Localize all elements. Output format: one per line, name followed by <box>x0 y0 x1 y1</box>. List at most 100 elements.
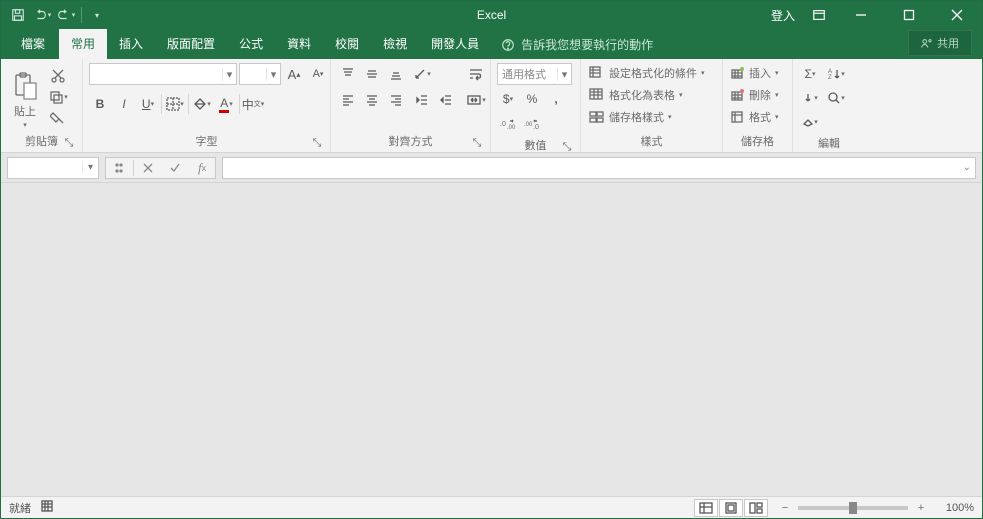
zoom-in-button[interactable]: + <box>914 502 928 514</box>
minimize-button[interactable] <box>838 1 884 29</box>
orientation-button[interactable]: ▾ <box>411 63 433 85</box>
title-bar: ▾ ▾ ▾ Excel 登入 <box>1 1 982 29</box>
formula-bar: ▾ fx ⌄ <box>1 153 982 183</box>
number-format-combo[interactable]: 通用格式▾ <box>497 63 572 85</box>
insert-function-button[interactable]: fx <box>189 158 215 178</box>
tab-file[interactable]: 檔案 <box>7 29 59 59</box>
quick-access-toolbar: ▾ ▾ ▾ <box>1 4 108 26</box>
formula-input[interactable]: ⌄ <box>222 157 976 179</box>
align-center-button[interactable] <box>361 89 383 111</box>
tab-page-layout[interactable]: 版面配置 <box>155 29 227 59</box>
normal-view-button[interactable] <box>694 499 718 517</box>
status-bar: 就緒 − + 100% <box>1 496 982 518</box>
tab-insert[interactable]: 插入 <box>107 29 155 59</box>
maximize-button[interactable] <box>886 1 932 29</box>
bold-button[interactable]: B <box>89 93 111 115</box>
name-box[interactable]: ▾ <box>7 157 99 179</box>
underline-button[interactable]: U▾ <box>137 93 159 115</box>
sort-filter-button[interactable]: AZ▾ <box>825 63 847 85</box>
expand-formula-bar-button[interactable]: ⌄ <box>963 162 971 173</box>
macro-record-icon[interactable] <box>41 499 55 516</box>
tab-home[interactable]: 常用 <box>59 29 107 59</box>
zoom-slider[interactable] <box>798 506 908 510</box>
align-top-button[interactable] <box>337 63 359 85</box>
copy-button[interactable]: ▾ <box>47 88 69 106</box>
group-number: 通用格式▾ $▾ % , .0.00 .00.0 數值⤡ <box>491 59 581 152</box>
zoom-level[interactable]: 100% <box>934 502 974 514</box>
borders-button[interactable]: ▾ <box>164 93 186 115</box>
format-as-table-button[interactable]: 格式化為表格▾ <box>587 85 685 105</box>
align-right-button[interactable] <box>385 89 407 111</box>
find-select-button[interactable]: ▾ <box>825 87 847 109</box>
signin-button[interactable]: 登入 <box>766 1 800 29</box>
decrease-font-button[interactable]: A▾ <box>307 63 329 85</box>
expand-namebox-button[interactable] <box>106 158 132 178</box>
fill-color-button[interactable]: ▾ <box>191 93 213 115</box>
ribbon: 貼上 ▾ ▾ 剪貼簿⤡ ▾ ▾ A▴ A▾ B I U▾ <box>1 59 982 153</box>
customize-qat-button[interactable]: ▾ <box>86 4 108 26</box>
clear-button[interactable]: ▾ <box>799 111 821 133</box>
tab-developer[interactable]: 開發人員 <box>419 29 491 59</box>
tab-view[interactable]: 檢視 <box>371 29 419 59</box>
merge-center-button[interactable]: ▾ <box>461 89 491 111</box>
decrease-indent-button[interactable] <box>411 89 433 111</box>
save-button[interactable] <box>7 4 29 26</box>
svg-text:.0: .0 <box>500 121 506 128</box>
group-editing: Σ▾ ▾ ▾ AZ▾ ▾ 編輯 <box>793 59 865 152</box>
increase-indent-button[interactable] <box>435 89 457 111</box>
cancel-formula-button[interactable] <box>135 158 161 178</box>
align-middle-button[interactable] <box>361 63 383 85</box>
font-launcher[interactable]: ⤡ <box>310 136 324 150</box>
font-color-button[interactable]: A▾ <box>215 93 237 115</box>
group-styles: 設定格式化的條件▾ 格式化為表格▾ 儲存格樣式▾ 樣式 <box>581 59 723 152</box>
tab-review[interactable]: 校閱 <box>323 29 371 59</box>
svg-text:.00: .00 <box>507 125 516 130</box>
undo-button[interactable]: ▾ <box>31 4 53 26</box>
font-name-combo[interactable]: ▾ <box>89 63 237 85</box>
decrease-decimal-button[interactable]: .00.0 <box>521 113 543 135</box>
enter-formula-button[interactable] <box>162 158 188 178</box>
conditional-formatting-button[interactable]: 設定格式化的條件▾ <box>587 63 707 83</box>
cell-styles-button[interactable]: 儲存格樣式▾ <box>587 107 674 127</box>
increase-font-button[interactable]: A▴ <box>283 63 305 85</box>
close-button[interactable] <box>934 1 980 29</box>
align-bottom-button[interactable] <box>385 63 407 85</box>
group-alignment: ▾ ▾ 對齊方式⤡ <box>331 59 491 152</box>
tab-formulas[interactable]: 公式 <box>227 29 275 59</box>
format-cells-button[interactable]: 格式▾ <box>729 107 781 127</box>
app-title: Excel <box>477 8 506 22</box>
cut-button[interactable] <box>47 67 69 85</box>
ribbon-tabs: 檔案 常用 插入 版面配置 公式 資料 校閱 檢視 開發人員 告訴我您想要執行的… <box>1 29 982 59</box>
wrap-text-button[interactable] <box>461 63 491 85</box>
worksheet-area[interactable] <box>1 183 982 496</box>
share-button[interactable]: 共用 <box>908 30 972 56</box>
phonetic-guide-button[interactable]: 中文▾ <box>242 93 264 115</box>
paste-button[interactable]: 貼上 ▾ <box>7 63 43 129</box>
tell-me-search[interactable]: 告訴我您想要執行的動作 <box>491 30 663 59</box>
delete-cells-button[interactable]: 刪除▾ <box>729 85 781 105</box>
page-break-view-button[interactable] <box>744 499 768 517</box>
redo-button[interactable]: ▾ <box>55 4 77 26</box>
fill-button[interactable]: ▾ <box>799 87 821 109</box>
alignment-launcher[interactable]: ⤡ <box>470 136 484 150</box>
svg-text:.0: .0 <box>533 124 539 130</box>
ribbon-display-options-button[interactable] <box>802 1 836 29</box>
number-launcher[interactable]: ⤡ <box>560 140 574 154</box>
font-size-combo[interactable]: ▾ <box>239 63 281 85</box>
group-font: ▾ ▾ A▴ A▾ B I U▾ ▾ ▾ A▾ 中文▾ 字型⤡ <box>83 59 331 152</box>
percent-button[interactable]: % <box>521 88 543 110</box>
format-painter-button[interactable] <box>47 109 69 127</box>
clipboard-launcher[interactable]: ⤡ <box>62 136 76 150</box>
status-ready: 就緒 <box>9 500 31 516</box>
group-cells: 插入▾ 刪除▾ 格式▾ 儲存格 <box>723 59 793 152</box>
autosum-button[interactable]: Σ▾ <box>799 63 821 85</box>
increase-decimal-button[interactable]: .0.00 <box>497 113 519 135</box>
tab-data[interactable]: 資料 <box>275 29 323 59</box>
zoom-out-button[interactable]: − <box>778 502 792 514</box>
align-left-button[interactable] <box>337 89 359 111</box>
currency-button[interactable]: $▾ <box>497 88 519 110</box>
insert-cells-button[interactable]: 插入▾ <box>729 63 781 83</box>
comma-style-button[interactable]: , <box>545 88 567 110</box>
italic-button[interactable]: I <box>113 93 135 115</box>
page-layout-view-button[interactable] <box>719 499 743 517</box>
